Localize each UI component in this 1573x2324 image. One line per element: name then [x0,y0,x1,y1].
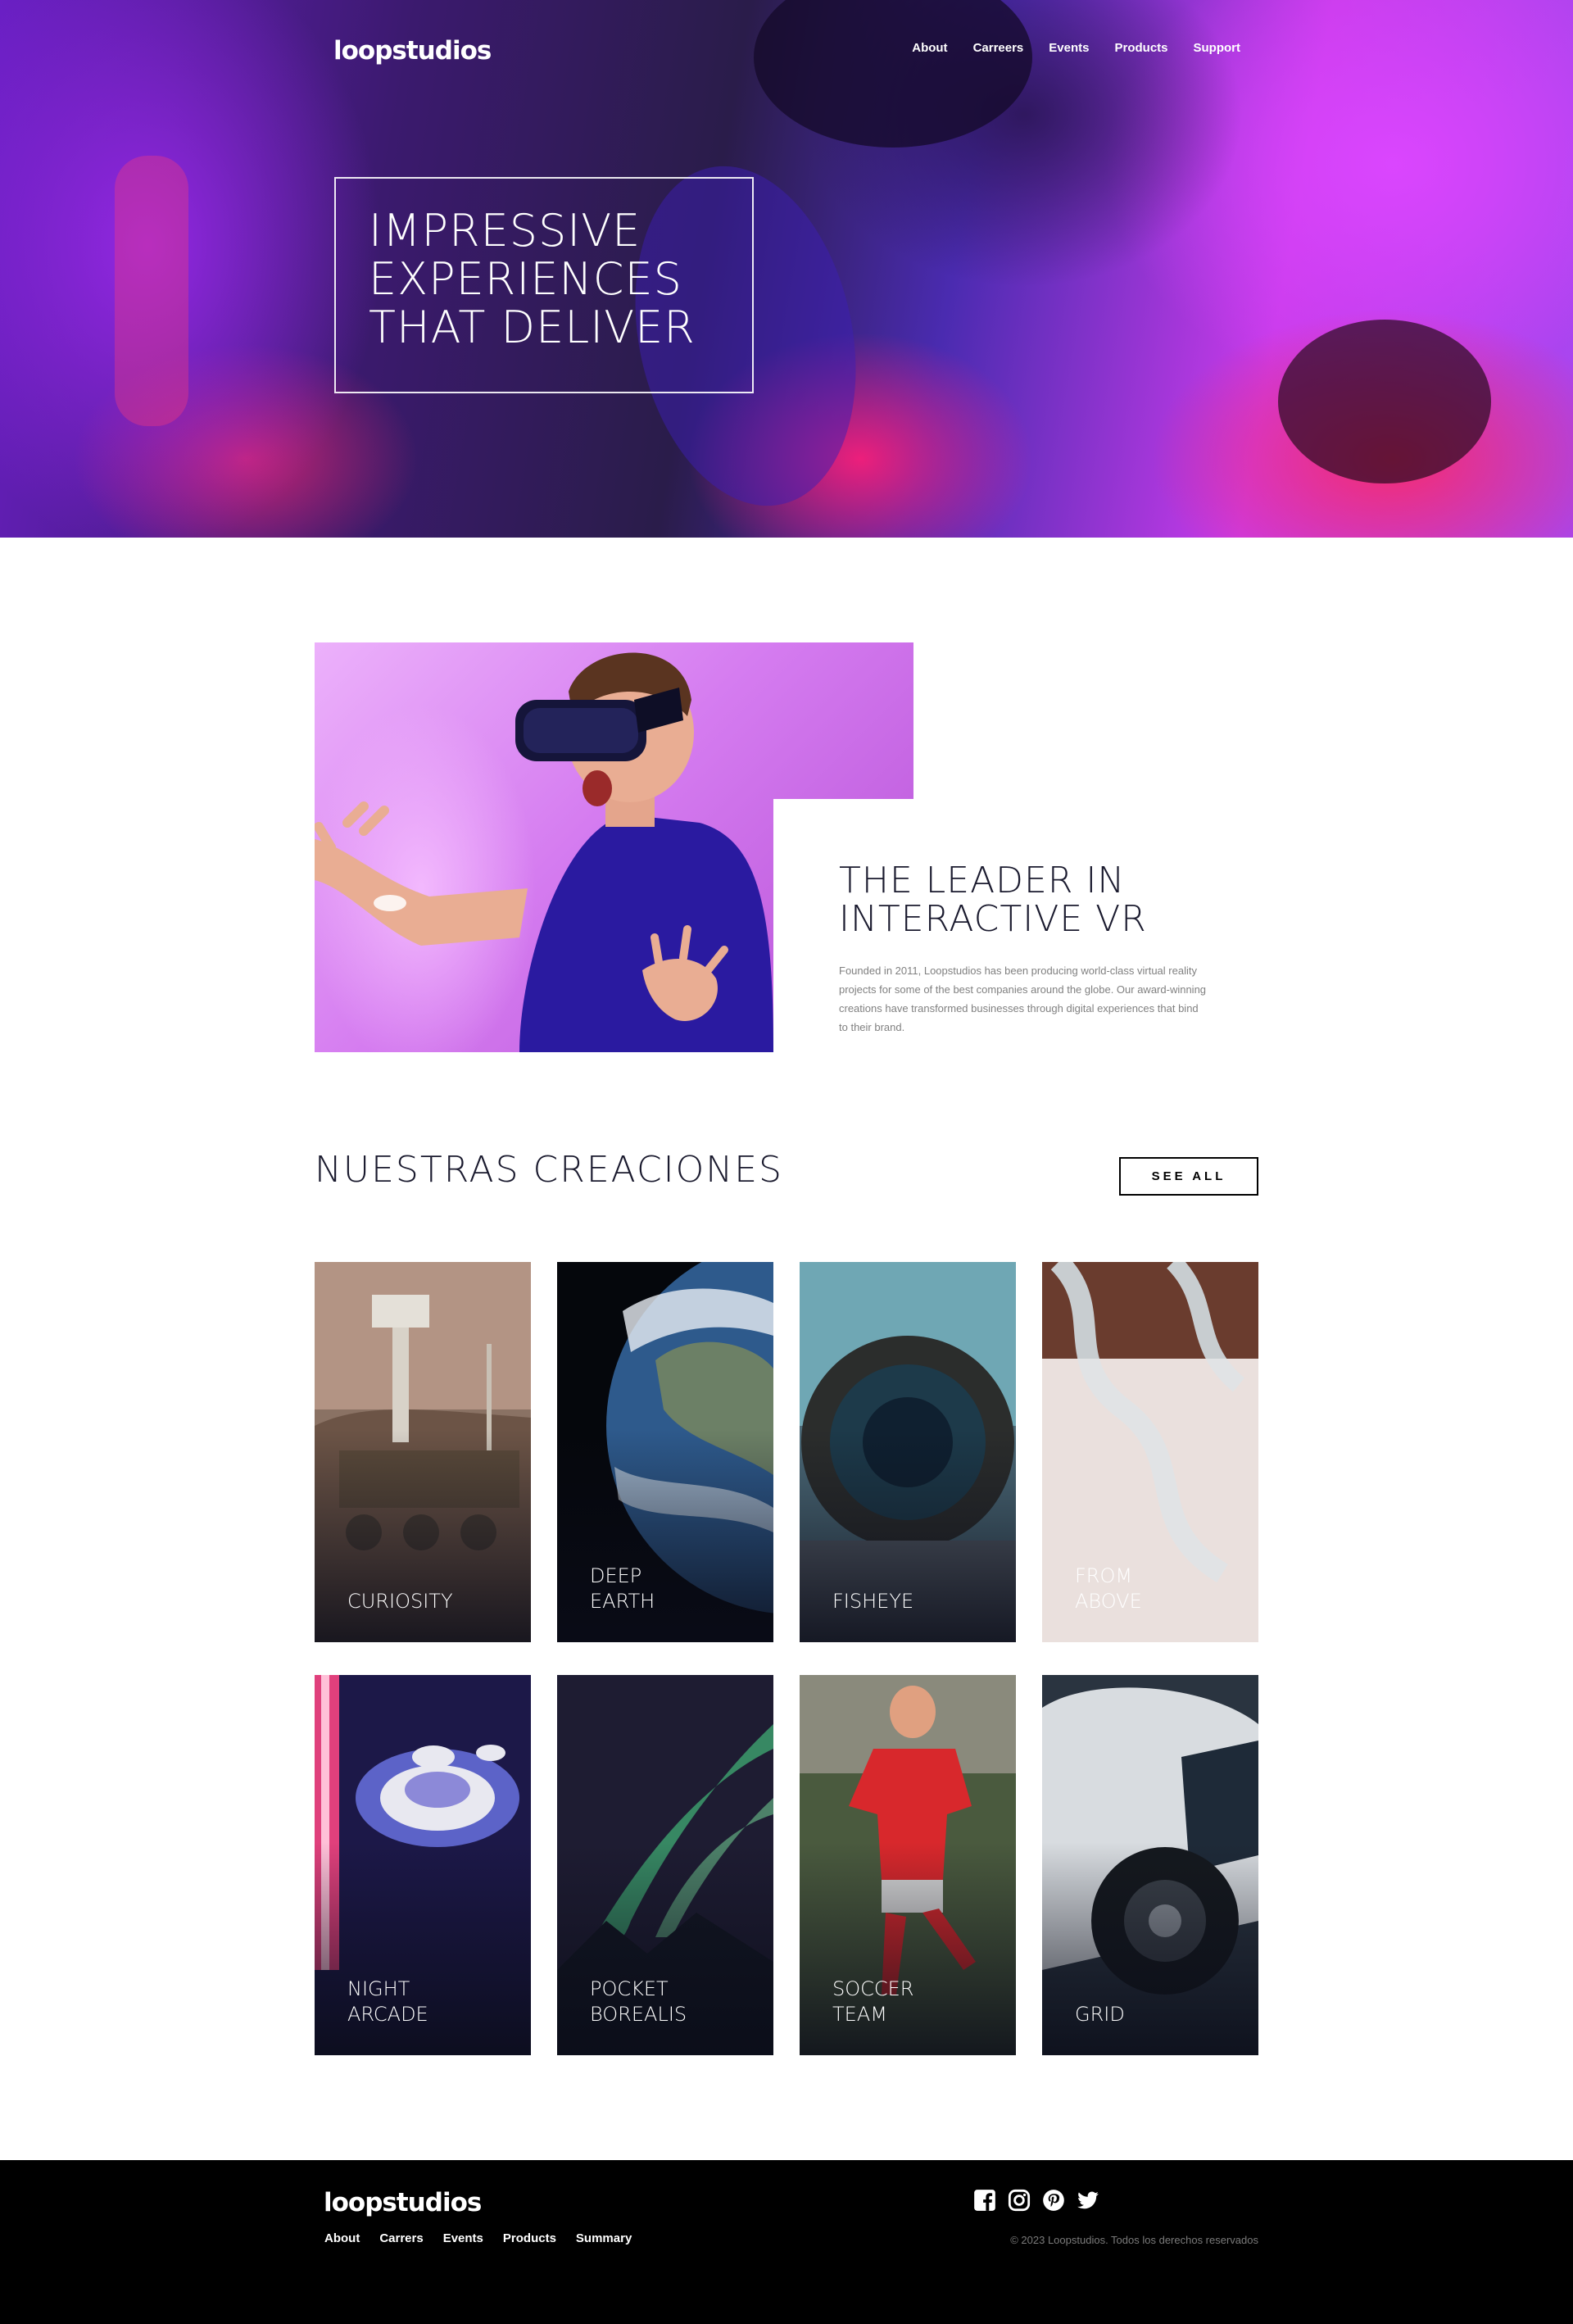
nav-link-products[interactable]: Products [1114,41,1167,55]
creation-card-label: SOCCER TEAM [832,1977,914,2026]
intro-description: Founded in 2011, Loopstudios has been pr… [839,965,1207,1033]
hero-section: loopstudios About Carreers Events Produc… [0,0,1573,538]
nav-link-support[interactable]: Support [1194,41,1241,55]
creation-card-grid[interactable]: GRID [1042,1675,1258,2055]
creation-card-curiosity[interactable]: CURIOSITY [315,1262,531,1642]
hero-image-light [115,156,188,426]
creation-card-night-arcade[interactable]: NIGHT ARCADE [315,1675,531,2055]
creation-card-label: GRID [1075,2003,1125,2026]
creations-heading: NUESTRAS CREACIONES [315,1149,783,1191]
creation-card-from-above[interactable]: FROM ABOVE [1042,1262,1258,1642]
footer-link-products[interactable]: Products [503,2231,556,2245]
facebook-icon[interactable] [973,2189,996,2212]
creation-card-soccer-team[interactable]: SOCCER TEAM [800,1675,1016,2055]
creation-card-label: NIGHT ARCADE [347,1977,428,2026]
nav-link-careers[interactable]: Carreers [973,41,1024,55]
creation-card-deep-earth[interactable]: DEEP EARTH [557,1262,773,1642]
footer-link-about[interactable]: About [324,2231,360,2245]
intro-title: THE LEADER IN INTERACTIVE VR [839,860,1147,940]
header-nav: About Carreers Events Products Support [912,41,1240,55]
nav-link-about[interactable]: About [912,41,947,55]
twitter-icon[interactable] [1077,2189,1099,2212]
hero-headline-line: EXPERIENCES [369,253,682,305]
header-logo[interactable]: loopstudios [333,36,492,66]
hero-image-vr-headset [754,0,1032,148]
creation-card-label: DEEP EARTH [590,1564,655,1613]
social-links [973,2189,1099,2212]
footer-logo[interactable]: loopstudios [324,2188,482,2217]
creation-card-label: CURIOSITY [347,1590,453,1613]
copyright-text: © 2023 Loopstudios. Todos los derechos r… [1010,2234,1258,2246]
hero-headline-box: IMPRESSIVE EXPERIENCES THAT DELIVER [334,177,754,393]
pinterest-icon[interactable] [1042,2189,1065,2212]
footer-link-summary[interactable]: Summary [576,2231,632,2245]
hero-image-controller [1278,320,1491,483]
nav-link-events[interactable]: Events [1049,41,1089,55]
intro-text-card: THE LEADER IN INTERACTIVE VR Founded in … [773,799,1258,1052]
footer-nav: About Carrers Events Products Summary [324,2231,632,2245]
creation-card-pocket-borealis[interactable]: POCKET BOREALIS [557,1675,773,2055]
footer-link-careers[interactable]: Carrers [379,2231,423,2245]
footer-link-events[interactable]: Events [443,2231,483,2245]
hero-headline-line: IMPRESSIVE [369,205,641,256]
creation-card-label: FROM ABOVE [1075,1564,1142,1613]
footer: loopstudios About Carrers Events Product… [0,2160,1573,2324]
creation-card-label: POCKET BOREALIS [590,1977,687,2026]
instagram-icon[interactable] [1008,2189,1031,2212]
creation-card-fisheye[interactable]: FISHEYE [800,1262,1016,1642]
see-all-button[interactable]: SEE ALL [1119,1157,1258,1196]
hero-headline-line: THAT DELIVER [369,302,696,353]
creation-card-label: FISHEYE [832,1590,914,1613]
